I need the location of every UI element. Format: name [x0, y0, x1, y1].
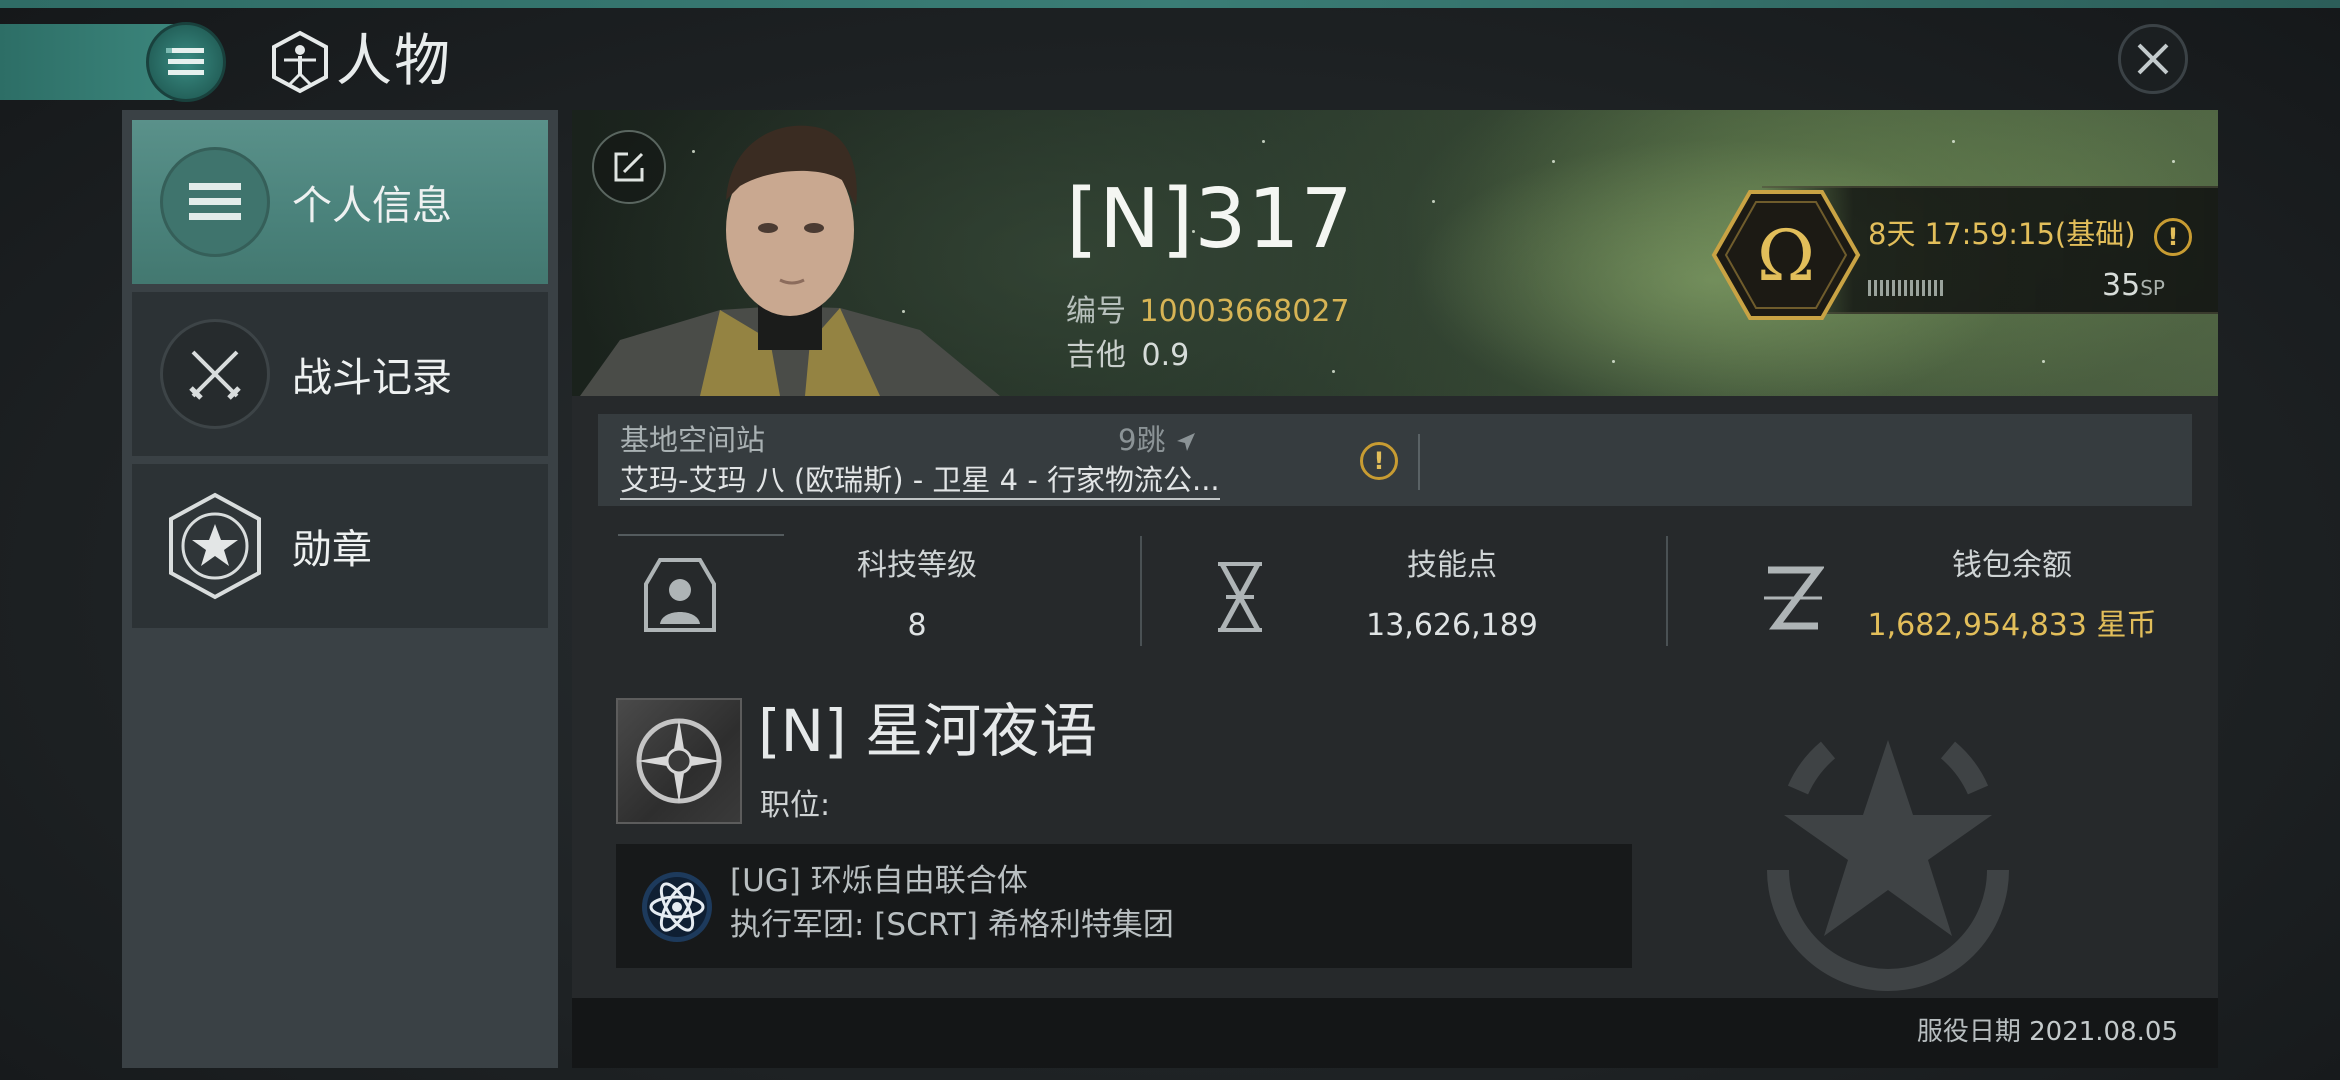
character-vitruvian-icon — [272, 30, 328, 94]
character-id-row: 编号 10003668027 — [1066, 292, 1350, 332]
corporation-logo[interactable] — [616, 698, 742, 824]
close-button[interactable] — [2118, 24, 2188, 94]
alliance-name: [UG] 环烁自由联合体 — [730, 863, 1028, 899]
sidebar: 个人信息 战斗记录 勋章 — [122, 110, 558, 1068]
service-date-value: 2021.08.05 — [2029, 1017, 2178, 1047]
corporation-role: 职位: — [760, 788, 831, 823]
security-status-row: 吉他 0.9 — [1066, 336, 1189, 376]
sidebar-item-combat-log[interactable]: 战斗记录 — [132, 292, 548, 456]
service-date: 服役日期 2021.08.05 — [1917, 1014, 2178, 1050]
divider — [1140, 536, 1142, 646]
faction-warfare: 执行军团: [SCRT] 希格利特集团 — [730, 907, 1174, 943]
main-panel: [N]317 编号 10003668027 吉他 0.9 Ω 8天 17:59:… — [572, 110, 2218, 1068]
character-id-value[interactable]: 10003668027 — [1140, 294, 1350, 329]
atom-logo-icon — [642, 872, 712, 942]
omega-warning-icon[interactable]: ! — [2154, 218, 2192, 256]
sidebar-item-medals[interactable]: 勋章 — [132, 464, 548, 628]
svg-text:Ω: Ω — [1757, 215, 1815, 297]
skill-points-value: 13,626,189 — [1366, 608, 1538, 643]
home-station-label: 基地空间站 — [620, 423, 766, 457]
top-accent-strip — [0, 0, 2340, 8]
divider — [618, 534, 784, 536]
security-value: 0.9 — [1141, 338, 1190, 373]
skill-points-stat: 技能点 13,626,189 — [1302, 536, 1602, 656]
sidebar-item-profile[interactable]: 个人信息 — [132, 120, 548, 284]
sp-value: 35 — [2102, 268, 2141, 303]
character-name: [N]317 — [1066, 172, 1354, 267]
compass-star-icon — [636, 718, 722, 804]
home-station-box[interactable]: 基地空间站 9跳 艾玛-艾玛 八 (欧瑞斯) - 卫星 4 - 行家物流公...… — [598, 414, 2192, 506]
crossed-swords-icon — [160, 319, 270, 429]
omega-icon[interactable]: Ω — [1710, 188, 1862, 322]
skill-points-icon — [1218, 562, 1262, 632]
skill-points-label: 技能点 — [1407, 548, 1497, 583]
hamburger-menu-icon — [166, 48, 204, 75]
tech-level-label: 科技等级 — [857, 548, 977, 583]
omega-time-remaining: 8天 17:59:15(基础) — [1868, 217, 2136, 251]
service-date-label: 服役日期 — [1916, 1017, 2021, 1047]
star-badge-icon — [160, 491, 270, 601]
alliance-box[interactable]: [UG] 环烁自由联合体 执行军团: [SCRT] 希格利特集团 — [616, 844, 1632, 968]
navigation-arrow-icon — [1176, 433, 1195, 451]
divider — [1666, 536, 1668, 646]
list-icon — [160, 147, 270, 257]
footer-bar: 服役日期 2021.08.05 — [572, 998, 2218, 1068]
skill-points-rate: 35SP — [2102, 266, 2165, 308]
sidebar-item-label: 战斗记录 — [292, 355, 452, 401]
character-banner: [N]317 编号 10003668027 吉他 0.9 Ω 8天 17:59:… — [572, 110, 2218, 396]
medal-watermark-icon — [1767, 740, 2009, 991]
sidebar-item-label: 勋章 — [292, 527, 372, 573]
edit-button[interactable] — [592, 130, 666, 204]
skill-queue-progress — [1868, 280, 1948, 296]
corporation-name[interactable]: [N] 星河夜语 — [758, 696, 1097, 766]
character-id-label: 编号 — [1066, 294, 1126, 329]
close-icon — [2137, 43, 2169, 75]
wallet-balance-label: 钱包余额 — [1952, 548, 2072, 583]
page-title: 人物 — [336, 29, 452, 94]
station-warning-icon[interactable]: ! — [1360, 442, 1398, 480]
tech-level-icon — [644, 558, 716, 632]
isk-wallet-icon — [1764, 566, 1824, 630]
menu-button[interactable] — [146, 22, 226, 102]
home-station-link[interactable]: 艾玛-艾玛 八 (欧瑞斯) - 卫星 4 - 行家物流公... — [620, 462, 1220, 500]
tech-level-stat: 科技等级 8 — [772, 536, 1062, 656]
jump-count: 9跳 — [1118, 422, 1197, 458]
jump-count-text: 9跳 — [1118, 423, 1166, 457]
wallet-balance-value: 1,682,954,833 星币 — [1867, 608, 2157, 643]
tech-level-value: 8 — [907, 608, 927, 643]
divider — [1418, 434, 1420, 490]
sp-unit: SP — [2140, 276, 2165, 300]
wallet-balance-stat[interactable]: 钱包余额 1,682,954,833 星币 — [1842, 536, 2182, 656]
security-label: 吉他 — [1066, 338, 1126, 373]
sidebar-item-label: 个人信息 — [292, 183, 452, 229]
edit-icon — [614, 152, 644, 182]
